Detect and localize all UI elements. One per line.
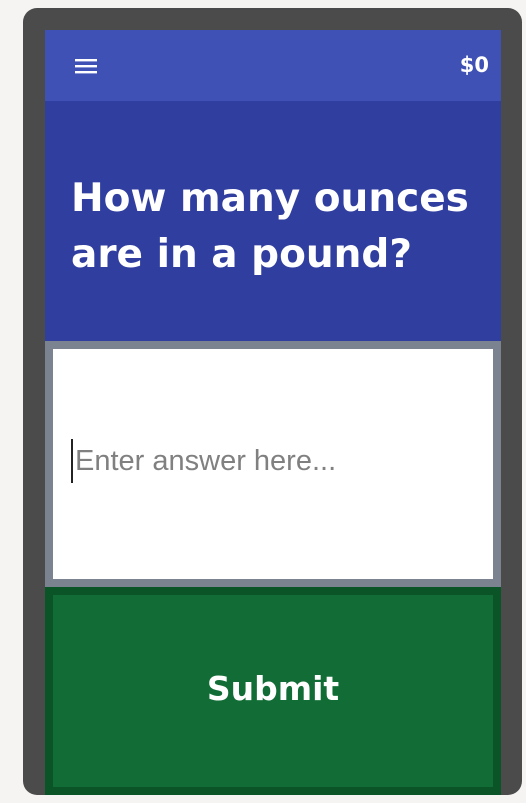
top-app-bar: $0 <box>45 30 501 101</box>
device-frame: $0 How many ounces are in a pound? Submi… <box>23 8 522 795</box>
answer-input[interactable] <box>71 439 475 483</box>
answer-box[interactable] <box>45 341 501 587</box>
balance-display: $0 <box>459 53 489 77</box>
submit-button[interactable]: Submit <box>45 587 501 795</box>
hamburger-menu-icon[interactable] <box>73 57 99 75</box>
submit-label: Submit <box>206 669 340 708</box>
question-panel: How many ounces are in a pound? <box>45 101 501 341</box>
app-screen: $0 How many ounces are in a pound? Submi… <box>45 30 501 795</box>
question-text: How many ounces are in a pound? <box>71 176 469 277</box>
